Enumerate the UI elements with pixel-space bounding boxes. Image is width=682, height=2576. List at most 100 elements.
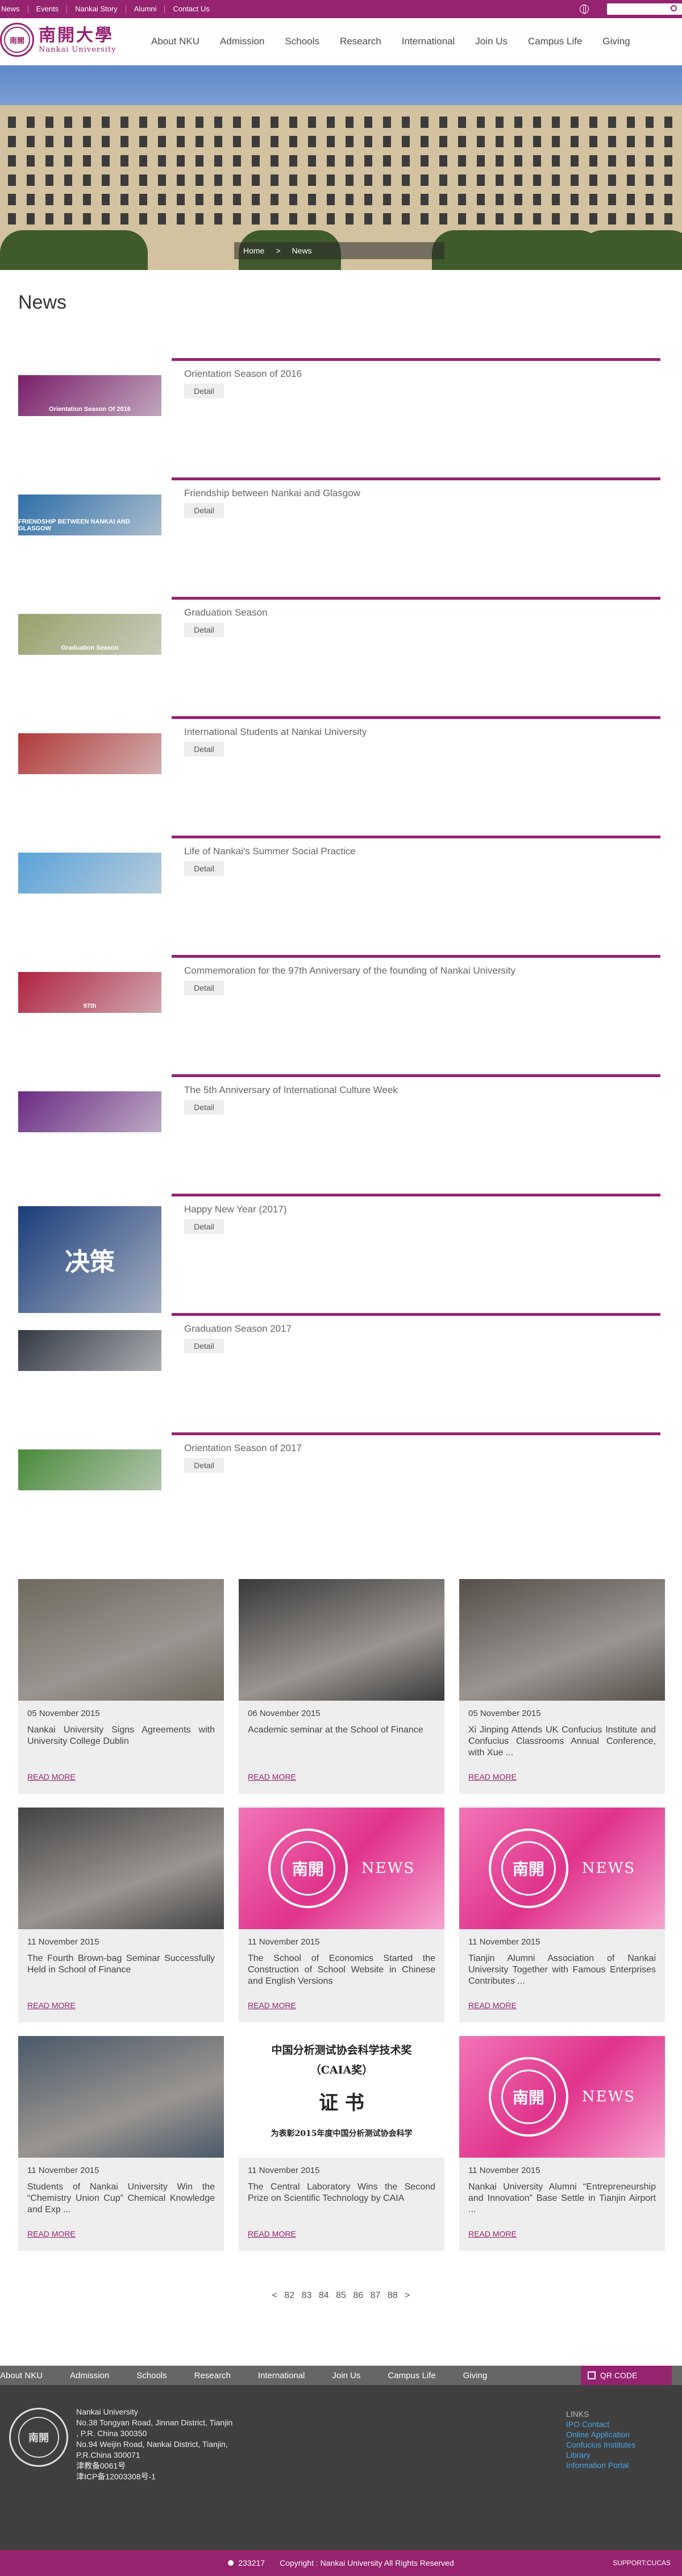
card-image[interactable]: 南開 NEWS: [459, 1808, 665, 1929]
news-thumbnail[interactable]: 97th: [18, 972, 161, 1013]
card-title[interactable]: The Central Laboratory Wins the Second P…: [248, 2182, 435, 2204]
read-more-link[interactable]: READ MORE: [248, 2001, 296, 2010]
card-title[interactable]: Students of Nankai University Win the “C…: [27, 2182, 215, 2216]
news-title[interactable]: Commemoration for the 97th Anniversary o…: [184, 965, 515, 977]
card-title[interactable]: Nankai University Signs Agreements with …: [27, 1725, 215, 1747]
detail-button[interactable]: Detail: [184, 622, 224, 637]
page-next[interactable]: >: [405, 2291, 410, 2300]
read-more-link[interactable]: READ MORE: [27, 2001, 76, 2010]
footer-nav-join-us[interactable]: Join Us: [332, 2371, 360, 2380]
card-image[interactable]: [18, 1579, 224, 1701]
news-card[interactable]: 05 November 2015 Xi Jinping Attends UK Co…: [459, 1579, 665, 1794]
card-image[interactable]: [459, 1579, 665, 1701]
read-more-link[interactable]: READ MORE: [27, 1772, 76, 1781]
read-more-link[interactable]: READ MORE: [468, 1772, 517, 1781]
news-card[interactable]: 南開 NEWS 11 November 2015 The School of Econ…: [239, 1808, 444, 2022]
news-thumbnail[interactable]: Orientation Season Of 2016: [18, 375, 161, 416]
globe-icon[interactable]: [580, 5, 589, 14]
news-title[interactable]: Orientation Season of 2017: [184, 1443, 302, 1454]
topbar-link-news[interactable]: News: [0, 5, 28, 13]
card-title[interactable]: Xi Jinping Attends UK Confucius Institut…: [468, 1725, 656, 1759]
card-title[interactable]: Academic seminar at the School of Financ…: [248, 1725, 435, 1736]
detail-button[interactable]: Detail: [184, 742, 224, 757]
news-title[interactable]: Graduation Season 2017: [184, 1323, 292, 1335]
news-thumbnail[interactable]: [18, 733, 161, 774]
news-thumbnail[interactable]: [18, 1091, 161, 1132]
footer-nav-about[interactable]: About NKU: [0, 2371, 43, 2380]
detail-button[interactable]: Detail: [184, 384, 224, 398]
logo[interactable]: 南開 南開大學 Nankai University: [0, 23, 117, 57]
link-ipo-contact[interactable]: IPO Contact: [566, 2419, 635, 2429]
news-card[interactable]: 06 November 2015 Academic seminar at the …: [239, 1579, 444, 1794]
card-title[interactable]: Tianjin Alumni Association of Nankai Uni…: [468, 1953, 656, 1987]
detail-button[interactable]: Detail: [184, 1458, 224, 1473]
card-image[interactable]: [239, 1579, 444, 1701]
card-image[interactable]: 中国分析测试协会科学技术奖 （CAIA奖） 证 书为表彰2015年度中国分析测试协会…: [239, 2036, 444, 2158]
nav-international[interactable]: International: [402, 36, 455, 47]
footer-nav-schools[interactable]: Schools: [136, 2371, 167, 2380]
breadcrumb-home[interactable]: Home: [243, 246, 264, 255]
news-thumbnail[interactable]: 决策: [18, 1206, 161, 1313]
news-thumbnail[interactable]: [18, 1449, 161, 1490]
news-thumbnail[interactable]: FRIENDSHIP BETWEEN NANKAI AND GLASGOW: [18, 495, 161, 535]
detail-button[interactable]: Detail: [184, 980, 224, 995]
link-library[interactable]: Library: [566, 2450, 635, 2460]
card-title[interactable]: The School of Economics Started the Cons…: [248, 1953, 435, 1987]
card-image[interactable]: [18, 1808, 224, 1929]
page-84[interactable]: 84: [319, 2291, 329, 2300]
topbar-link-events[interactable]: Events: [28, 5, 68, 13]
news-title[interactable]: Graduation Season: [184, 607, 268, 618]
nav-research[interactable]: Research: [340, 36, 381, 47]
page-83[interactable]: 83: [302, 2291, 312, 2300]
read-more-link[interactable]: READ MORE: [248, 1772, 296, 1781]
footer-nav-giving[interactable]: Giving: [463, 2371, 488, 2380]
news-title[interactable]: Life of Nankai's Summer Social Practice: [184, 846, 356, 857]
page-86[interactable]: 86: [353, 2291, 363, 2300]
nav-admission[interactable]: Admission: [220, 36, 264, 47]
footer-nav-campus-life[interactable]: Campus Life: [388, 2371, 435, 2380]
news-thumbnail[interactable]: [18, 1330, 161, 1371]
detail-button[interactable]: Detail: [184, 1339, 224, 1353]
page-85[interactable]: 85: [336, 2291, 346, 2300]
news-card[interactable]: 南開 NEWS 11 November 2015 Nankai University …: [459, 2036, 665, 2251]
nav-about[interactable]: About NKU: [151, 36, 199, 47]
news-title[interactable]: The 5th Anniversary of International Cul…: [184, 1085, 398, 1096]
news-card[interactable]: 05 November 2015 Nankai University Signs …: [18, 1579, 224, 1794]
news-title[interactable]: Orientation Season of 2016: [184, 368, 302, 380]
read-more-link[interactable]: READ MORE: [248, 2229, 296, 2238]
detail-button[interactable]: Detail: [184, 1100, 224, 1115]
detail-button[interactable]: Detail: [184, 1219, 224, 1234]
page-87[interactable]: 87: [371, 2291, 381, 2300]
news-title[interactable]: Friendship between Nankai and Glasgow: [184, 488, 360, 499]
card-image[interactable]: 南開 NEWS: [459, 2036, 665, 2158]
news-card[interactable]: 南開 NEWS 11 November 2015 Tianjin Alumni Ass…: [459, 1808, 665, 2022]
qr-code-button[interactable]: QR CODE: [581, 2366, 672, 2385]
nav-schools[interactable]: Schools: [285, 36, 319, 47]
link-information-portal[interactable]: Information Portal: [566, 2460, 635, 2470]
page-88[interactable]: 88: [388, 2291, 398, 2300]
footer-nav-admission[interactable]: Admission: [70, 2371, 109, 2380]
nav-campus-life[interactable]: Campus Life: [528, 36, 582, 47]
news-card[interactable]: 中国分析测试协会科学技术奖 （CAIA奖） 证 书为表彰2015年度中国分析测试协会…: [239, 2036, 444, 2251]
news-thumbnail[interactable]: [18, 853, 161, 894]
link-confucius-institutes[interactable]: Confucius Institutes: [566, 2440, 635, 2450]
news-card[interactable]: 11 November 2015 The Fourth Brown-bag Sem…: [18, 1808, 224, 2022]
topbar-link-nankai-story[interactable]: Nankai Story: [67, 5, 126, 13]
read-more-link[interactable]: READ MORE: [468, 2001, 517, 2010]
news-thumbnail[interactable]: Graduation Season: [18, 614, 161, 655]
link-online-application[interactable]: Online Application: [566, 2429, 635, 2440]
card-title[interactable]: Nankai University Alumni “Entrepreneursh…: [468, 2182, 656, 2216]
nav-join-us[interactable]: Join Us: [475, 36, 508, 47]
footer-nav-research[interactable]: Research: [194, 2371, 231, 2380]
news-title[interactable]: Happy New Year (2017): [184, 1204, 287, 1215]
footer-nav-international[interactable]: International: [258, 2371, 305, 2380]
nav-giving[interactable]: Giving: [602, 36, 630, 47]
page-82[interactable]: 82: [284, 2291, 294, 2300]
card-image[interactable]: [18, 2036, 224, 2158]
topbar-link-contact[interactable]: Contact Us: [165, 5, 217, 13]
page-prev[interactable]: <: [272, 2291, 277, 2300]
news-title[interactable]: International Students at Nankai Univers…: [184, 726, 367, 738]
card-title[interactable]: The Fourth Brown-bag Seminar Successfull…: [27, 1953, 215, 1976]
topbar-link-alumni[interactable]: Alumni: [126, 5, 165, 13]
read-more-link[interactable]: READ MORE: [27, 2229, 76, 2238]
